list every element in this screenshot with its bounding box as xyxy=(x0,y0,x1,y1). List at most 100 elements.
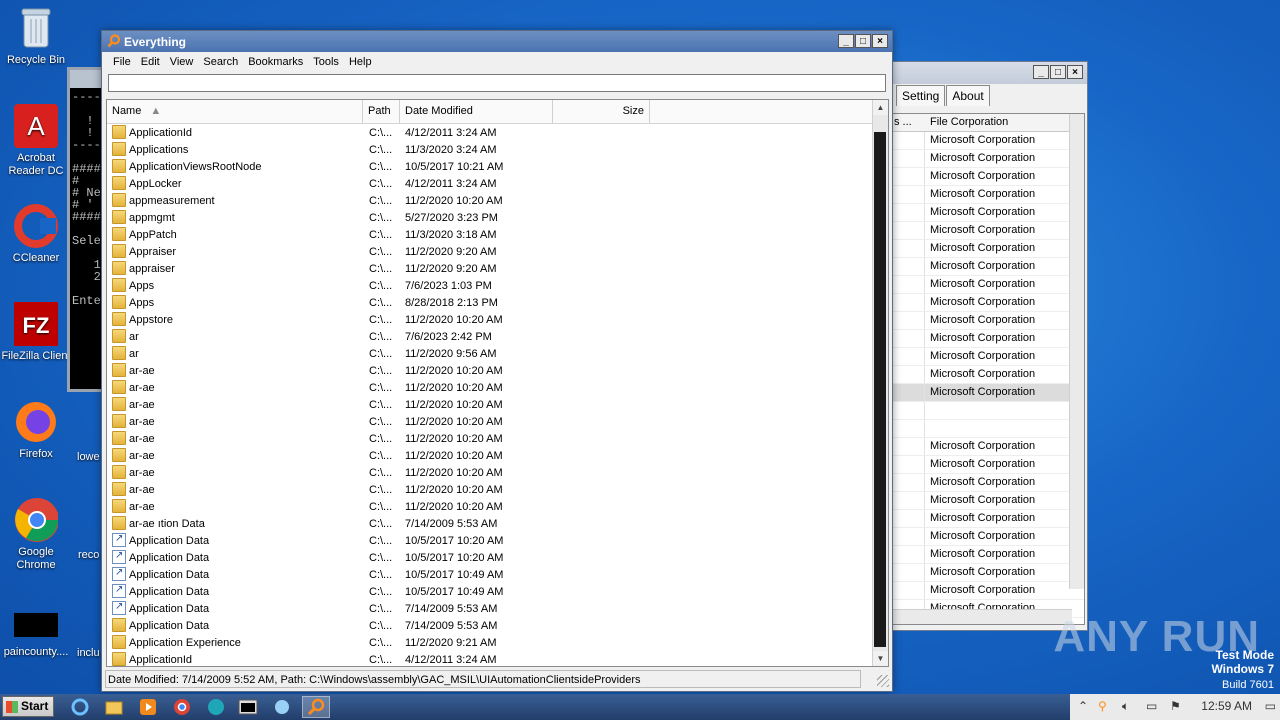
result-row[interactable]: Application Data C:\... 7/14/2009 5:53 AM xyxy=(107,617,874,634)
list-row[interactable]: Microsoft Corporation xyxy=(892,582,1084,600)
result-row[interactable]: Applications C:\... 11/3/2020 3:24 AM xyxy=(107,141,874,158)
result-row[interactable]: ar-ae C:\... 11/2/2020 10:20 AM xyxy=(107,464,874,481)
menu-edit[interactable]: Edit xyxy=(136,53,165,71)
result-row[interactable]: AppPatch C:\... 11/3/2020 3:18 AM xyxy=(107,226,874,243)
result-row[interactable]: ar C:\... 11/2/2020 9:56 AM xyxy=(107,345,874,362)
minimize-button[interactable]: _ xyxy=(1033,65,1049,79)
list-row[interactable]: Microsoft Corporation xyxy=(892,492,1084,510)
menu-search[interactable]: Search xyxy=(198,53,243,71)
everything-taskbar-icon[interactable] xyxy=(302,696,330,718)
list-row[interactable] xyxy=(892,420,1084,438)
result-row[interactable]: Appraiser C:\... 11/2/2020 9:20 AM xyxy=(107,243,874,260)
ie-taskbar-icon[interactable] xyxy=(66,696,94,718)
menu-view[interactable]: View xyxy=(165,53,199,71)
start-button[interactable]: Start xyxy=(2,696,54,717)
result-row[interactable]: appraiser C:\... 11/2/2020 9:20 AM xyxy=(107,260,874,277)
show-desktop-icon[interactable]: ▭ xyxy=(1265,699,1276,713)
list-row[interactable]: Microsoft Corporation xyxy=(892,186,1084,204)
result-row[interactable]: Application Data C:\... 10/5/2017 10:49 AM xyxy=(107,583,874,600)
chrome-taskbar-icon[interactable] xyxy=(168,696,196,718)
desktop-icon-paincounty[interactable]: paincounty.... xyxy=(0,608,72,659)
list-row[interactable]: Microsoft Corporation xyxy=(892,132,1084,150)
result-row[interactable]: ar-ae C:\... 11/2/2020 10:20 AM xyxy=(107,396,874,413)
clock[interactable]: 12:59 AM xyxy=(1201,699,1252,713)
minimize-button[interactable]: _ xyxy=(838,34,854,48)
list-row[interactable]: Microsoft Corporation xyxy=(892,528,1084,546)
desktop-icon-firefox[interactable]: Firefox xyxy=(0,400,72,461)
everything-window[interactable]: Everything _ □ × File Edit View Search B… xyxy=(101,30,893,692)
column-header-file-corporation[interactable]: File Corporation xyxy=(930,116,1008,128)
result-row[interactable]: ar-ae C:\... 11/2/2020 10:20 AM xyxy=(107,430,874,447)
result-row[interactable]: ar-ae ıtion Data C:\... 7/14/2009 5:53 AM xyxy=(107,515,874,532)
desktop-icon-recycle-bin[interactable]: Recycle Bin xyxy=(0,6,72,67)
result-row[interactable]: ar-ae C:\... 11/2/2020 10:20 AM xyxy=(107,481,874,498)
search-input[interactable] xyxy=(108,74,886,92)
show-hidden-icons-icon[interactable]: ⌃ xyxy=(1078,699,1088,713)
result-row[interactable]: ar-ae C:\... 11/2/2020 10:20 AM xyxy=(107,413,874,430)
explorer-taskbar-icon[interactable] xyxy=(100,696,128,718)
list-row[interactable]: Microsoft Corporation xyxy=(892,168,1084,186)
list-row[interactable]: Microsoft Corporation xyxy=(892,366,1084,384)
close-button[interactable]: × xyxy=(1067,65,1083,79)
result-row[interactable]: ar-ae C:\... 11/2/2020 10:20 AM xyxy=(107,498,874,515)
result-row[interactable]: ApplicationId C:\... 4/12/2011 3:24 AM xyxy=(107,651,874,666)
list-row[interactable]: Microsoft Corporation xyxy=(892,330,1084,348)
vertical-scrollbar[interactable] xyxy=(1069,114,1084,589)
list-row[interactable]: Microsoft Corporation xyxy=(892,204,1084,222)
list-row[interactable]: Microsoft Corporation xyxy=(892,348,1084,366)
vertical-scrollbar[interactable]: ▲ ▼ xyxy=(872,100,888,666)
column-header-name[interactable]: Name ▲ xyxy=(107,100,363,123)
maximize-button[interactable]: □ xyxy=(855,34,871,48)
desktop-icon-ccleaner[interactable]: CCleaner xyxy=(0,204,72,265)
list-row[interactable]: Microsoft Corporation xyxy=(892,456,1084,474)
result-row[interactable]: Apps C:\... 7/6/2023 1:03 PM xyxy=(107,277,874,294)
desktop-icon-acrobat[interactable]: A Acrobat Reader DC xyxy=(0,104,72,178)
horizontal-scrollbar[interactable] xyxy=(892,609,1072,624)
list-row[interactable]: Microsoft Corporation xyxy=(892,564,1084,582)
list-row[interactable]: Microsoft Corporation xyxy=(892,438,1084,456)
result-row[interactable]: ApplicationViewsRootNode C:\... 10/5/2017 … xyxy=(107,158,874,175)
result-row[interactable]: ar C:\... 7/6/2023 2:42 PM xyxy=(107,328,874,345)
result-row[interactable]: AppLocker C:\... 4/12/2011 3:24 AM xyxy=(107,175,874,192)
menu-bookmarks[interactable]: Bookmarks xyxy=(243,53,308,71)
result-row[interactable]: Application Data C:\... 10/5/2017 10:20 AM xyxy=(107,549,874,566)
list-row[interactable]: Microsoft Corporation xyxy=(892,240,1084,258)
cmd-taskbar-icon[interactable] xyxy=(234,696,262,718)
background-window-titlebar[interactable]: _ □ × xyxy=(888,62,1087,84)
action-center-flag-icon[interactable]: ⚑ xyxy=(1170,699,1181,713)
menu-tools[interactable]: Tools xyxy=(308,53,344,71)
list-row[interactable] xyxy=(892,402,1084,420)
edge-taskbar-icon[interactable] xyxy=(202,696,230,718)
column-header-date-modified[interactable]: Date Modified xyxy=(400,100,553,123)
everything-titlebar[interactable]: Everything _ □ × xyxy=(102,31,892,52)
list-row[interactable]: Microsoft Corporation xyxy=(892,150,1084,168)
list-row[interactable]: Microsoft Corporation xyxy=(892,276,1084,294)
result-row[interactable]: appmgmt C:\... 5/27/2020 3:23 PM xyxy=(107,209,874,226)
list-row[interactable]: Microsoft Corporation xyxy=(892,546,1084,564)
result-row[interactable]: Apps C:\... 8/28/2018 2:13 PM xyxy=(107,294,874,311)
result-row[interactable]: ar-ae C:\... 11/2/2020 10:20 AM xyxy=(107,447,874,464)
result-row[interactable]: ar-ae C:\... 11/2/2020 10:20 AM xyxy=(107,379,874,396)
list-row[interactable]: Microsoft Corporation xyxy=(892,294,1084,312)
list-row[interactable]: Microsoft Corporation xyxy=(892,474,1084,492)
tab-setting[interactable]: Setting xyxy=(896,85,946,106)
results-list[interactable]: Name ▲ Path Date Modified Size Applicati… xyxy=(106,99,889,667)
result-row[interactable]: ar-ae C:\... 11/2/2020 10:20 AM xyxy=(107,362,874,379)
console-titlebar[interactable] xyxy=(70,70,104,88)
column-header-size[interactable]: Size xyxy=(553,100,650,123)
tab-about[interactable]: About xyxy=(946,85,990,106)
volume-icon[interactable]: 🔈︎ xyxy=(1122,699,1129,714)
result-row[interactable]: Application Data C:\... 7/14/2009 5:53 AM xyxy=(107,600,874,617)
network-icon[interactable]: ▭ xyxy=(1146,699,1157,713)
everything-tray-icon[interactable]: ⚲ xyxy=(1098,699,1107,713)
scroll-down-arrow-icon[interactable]: ▼ xyxy=(873,651,888,666)
list-row[interactable]: Microsoft Corporation xyxy=(892,510,1084,528)
result-row[interactable]: ApplicationId C:\... 4/12/2011 3:24 AM xyxy=(107,124,874,141)
scroll-up-arrow-icon[interactable]: ▲ xyxy=(873,100,888,115)
maximize-button[interactable]: □ xyxy=(1050,65,1066,79)
desktop-icon-chrome[interactable]: Google Chrome xyxy=(0,498,72,572)
close-button[interactable]: × xyxy=(872,34,888,48)
result-row[interactable]: Application Data C:\... 10/5/2017 10:49 AM xyxy=(107,566,874,583)
desktop-icon-filezilla[interactable]: FZ FileZilla Client xyxy=(0,302,72,363)
list-row[interactable]: Microsoft Corporation xyxy=(892,258,1084,276)
